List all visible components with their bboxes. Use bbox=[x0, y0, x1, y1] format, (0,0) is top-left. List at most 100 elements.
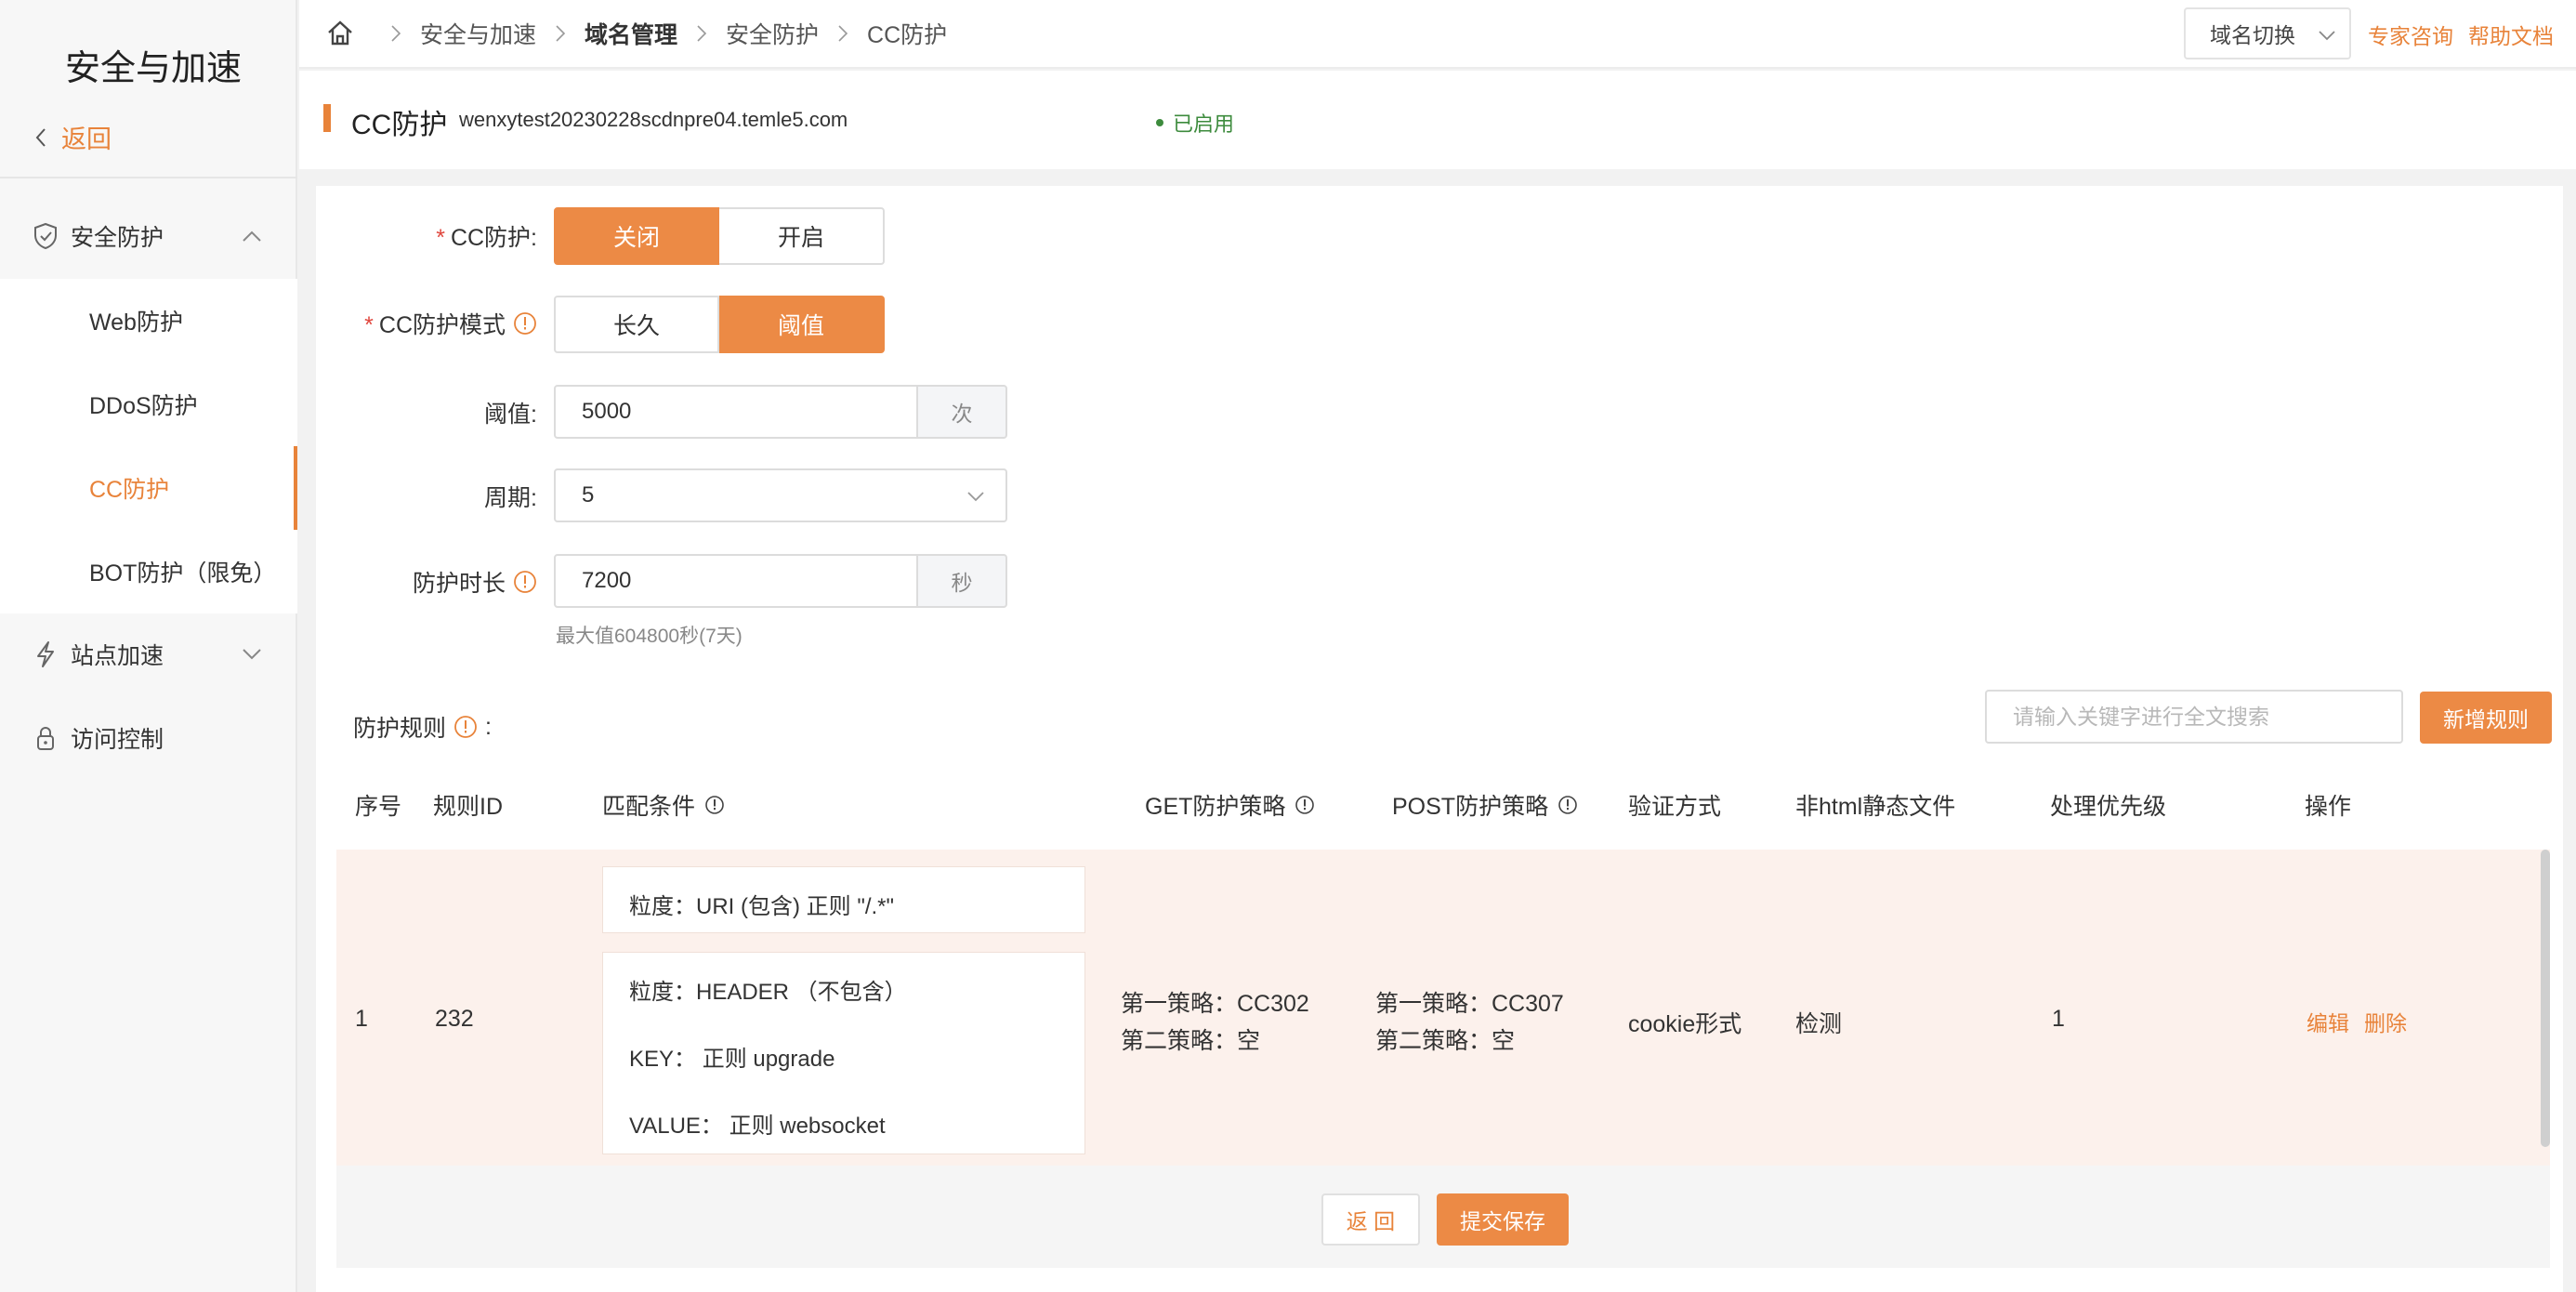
sidebar: 安全与加速 返回 安全防护 Web防护 DDoS防护 CC防护 BOT防护（限免… bbox=[0, 0, 297, 1292]
sidebar-group-access[interactable]: 访问控制 bbox=[0, 701, 297, 775]
page-title: CC防护 bbox=[351, 110, 448, 140]
sidebar-item-cc[interactable]: CC防护 bbox=[0, 446, 297, 530]
breadcrumb-item[interactable]: 域名管理 bbox=[585, 17, 677, 50]
period-label: 周期: bbox=[484, 485, 537, 511]
duration-input[interactable]: 7200 bbox=[554, 554, 918, 608]
status-badge: 已启用 bbox=[1156, 108, 1234, 138]
duration-hint: 最大值604800秒(7天) bbox=[556, 626, 743, 647]
chevron-up-icon bbox=[243, 231, 261, 242]
cell-post-policy-second: 第二策略：空 bbox=[1375, 1028, 1516, 1054]
sidebar-item-ddos[interactable]: DDoS防护 bbox=[0, 363, 297, 446]
cell-rule-id: 232 bbox=[435, 1006, 474, 1032]
mode-toggle: 长久 阈值 bbox=[554, 296, 885, 353]
rule-search-input[interactable] bbox=[1985, 690, 2403, 744]
sidebar-group-security[interactable]: 安全防护 bbox=[0, 199, 297, 273]
duration-label: 防护时长 bbox=[335, 565, 537, 599]
sidebar-divider bbox=[0, 177, 297, 178]
back-link[interactable]: 返回 bbox=[33, 119, 112, 155]
chevron-right-icon bbox=[697, 25, 707, 42]
domain-name: wenxytest20230228scdnpre04.temle5.com bbox=[459, 108, 848, 131]
edit-link[interactable]: 编辑 bbox=[2307, 1006, 2349, 1037]
breadcrumb-item[interactable]: 安全与加速 bbox=[420, 17, 536, 50]
threshold-label: 阈值: bbox=[484, 402, 537, 428]
col-header-priority: 处理优先级 bbox=[2050, 794, 2167, 820]
cell-index: 1 bbox=[355, 1006, 368, 1032]
chevron-left-icon bbox=[35, 127, 46, 147]
sidebar-group-label: 访问控制 bbox=[71, 727, 164, 753]
col-header-post-policy: POST防护策略 bbox=[1392, 788, 1578, 822]
home-icon[interactable] bbox=[325, 19, 355, 48]
sidebar-item-bot[interactable]: BOT防护（限免） bbox=[0, 530, 297, 613]
cell-post-policy-first: 第一策略：CC307 bbox=[1375, 991, 1564, 1017]
sidebar-item-web[interactable]: Web防护 bbox=[0, 279, 297, 363]
domain-switch-label: 域名切换 bbox=[2210, 23, 2295, 47]
match-condition-box: 粒度：URI (包含) 正则 "/.*" bbox=[602, 866, 1085, 933]
sidebar-group-label: 站点加速 bbox=[71, 643, 164, 669]
threshold-unit: 次 bbox=[918, 385, 1007, 439]
delete-link[interactable]: 删除 bbox=[2364, 1006, 2407, 1037]
col-header-static-file: 非html静态文件 bbox=[1795, 794, 1956, 820]
back-button[interactable]: 返 回 bbox=[1321, 1193, 1420, 1246]
back-link-label: 返回 bbox=[61, 125, 112, 153]
info-icon[interactable] bbox=[513, 311, 537, 336]
cc-toggle-label: * CC防护: bbox=[436, 225, 537, 251]
info-icon[interactable] bbox=[513, 570, 537, 594]
submit-save-button[interactable]: 提交保存 bbox=[1437, 1193, 1569, 1246]
condition-line: 粒度：URI (包含) 正则 "/.*" bbox=[629, 894, 895, 919]
cell-get-policy-second: 第二策略：空 bbox=[1121, 1028, 1261, 1054]
breadcrumb: 安全与加速 域名管理 安全防护 CC防护 bbox=[325, 17, 947, 50]
col-header-index: 序号 bbox=[355, 794, 402, 820]
sidebar-title: 安全与加速 bbox=[65, 49, 243, 88]
cell-verify: cookie形式 bbox=[1628, 1011, 1742, 1037]
topbar: 安全与加速 域名管理 安全防护 CC防护 域名切换 专家咨询 帮助文档 bbox=[299, 0, 2576, 69]
page-header: CC防护 wenxytest20230228scdnpre04.temle5.c… bbox=[299, 71, 2576, 169]
period-value: 5 bbox=[582, 482, 595, 508]
duration-unit: 秒 bbox=[918, 554, 1007, 608]
sidebar-group-label: 安全防护 bbox=[71, 225, 164, 251]
cell-static-file: 检测 bbox=[1795, 1011, 1843, 1037]
cell-get-policy-first: 第一策略：CC302 bbox=[1121, 991, 1309, 1017]
shield-icon bbox=[34, 222, 57, 250]
chevron-right-icon bbox=[838, 25, 848, 42]
chevron-down-icon bbox=[243, 649, 261, 660]
condition-line: VALUE： 正则 websocket bbox=[629, 1114, 886, 1139]
lock-icon bbox=[37, 727, 54, 750]
breadcrumb-item-current: CC防护 bbox=[867, 22, 948, 48]
status-text: 已启用 bbox=[1173, 112, 1235, 136]
domain-switch-select[interactable]: 域名切换 bbox=[2184, 7, 2351, 59]
rules-label: 防护规则 : bbox=[353, 713, 492, 743]
add-rule-button[interactable]: 新增规则 bbox=[2420, 692, 2552, 744]
condition-line: KEY： 正则 upgrade bbox=[629, 1047, 835, 1072]
status-dot bbox=[1156, 119, 1163, 126]
chevron-right-icon bbox=[391, 25, 401, 42]
cell-priority: 1 bbox=[2052, 1006, 2065, 1032]
breadcrumb-item[interactable]: 安全防护 bbox=[726, 17, 819, 50]
col-header-verify: 验证方式 bbox=[1628, 794, 1722, 820]
expert-consult-link[interactable]: 专家咨询 bbox=[2368, 19, 2453, 50]
threshold-input-group: 5000 次 bbox=[554, 385, 1007, 439]
col-header-actions: 操作 bbox=[2305, 794, 2352, 820]
sidebar-group-acceleration[interactable]: 站点加速 bbox=[0, 617, 297, 692]
lightning-icon bbox=[37, 641, 54, 667]
threshold-input[interactable]: 5000 bbox=[554, 385, 918, 439]
mode-permanent-button[interactable]: 长久 bbox=[554, 296, 719, 353]
period-select[interactable]: 5 bbox=[554, 468, 1007, 522]
table-scrollbar[interactable] bbox=[2541, 850, 2550, 1147]
col-header-get-policy: GET防护策略 bbox=[1145, 788, 1315, 822]
help-docs-link[interactable]: 帮助文档 bbox=[2468, 19, 2554, 50]
cc-off-button[interactable]: 关闭 bbox=[554, 207, 719, 265]
mode-threshold-button[interactable]: 阈值 bbox=[719, 296, 885, 353]
info-icon[interactable] bbox=[453, 715, 478, 739]
mode-label: * CC防护模式 bbox=[335, 307, 537, 340]
info-icon[interactable] bbox=[1557, 795, 1578, 815]
chevron-right-icon bbox=[556, 25, 566, 42]
col-header-rule-id: 规则ID bbox=[433, 794, 504, 820]
info-icon[interactable] bbox=[1295, 795, 1315, 815]
cc-on-button[interactable]: 开启 bbox=[719, 207, 885, 265]
title-accent-bar bbox=[323, 104, 331, 132]
chevron-down-icon bbox=[967, 492, 984, 502]
cc-toggle: 关闭 开启 bbox=[554, 207, 885, 265]
info-icon[interactable] bbox=[704, 795, 725, 815]
col-header-match: 匹配条件 bbox=[602, 788, 725, 822]
chevron-down-icon bbox=[2319, 31, 2335, 41]
